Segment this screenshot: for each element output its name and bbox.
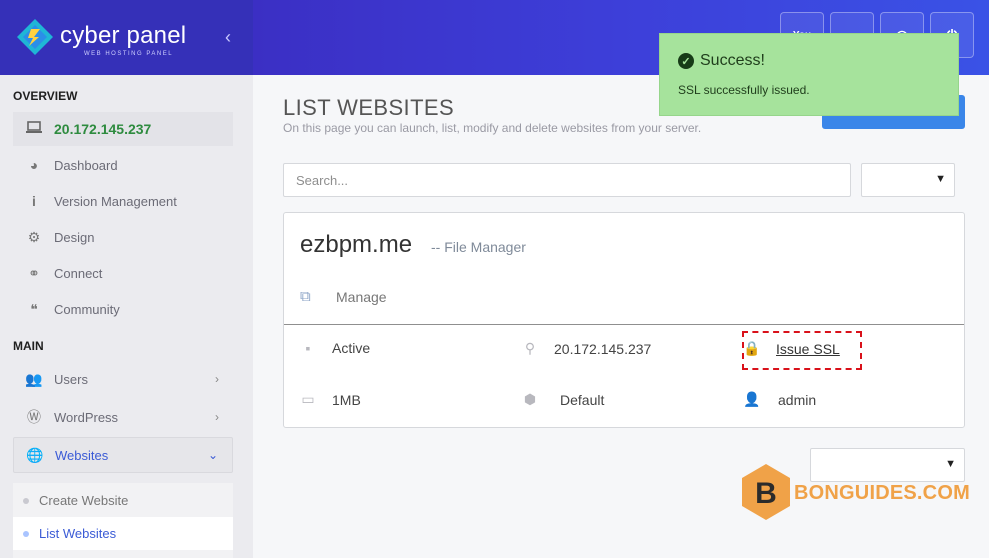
owner-value: admin [778,391,817,408]
sidebar-item-label: Dashboard [54,157,118,173]
bullet-icon [23,530,29,537]
sidebar-item-label: Users [54,371,88,387]
collapse-sidebar-icon[interactable]: ‹ [225,27,231,48]
sidebar-item-label: Design [54,229,95,245]
highlight-box [742,331,862,370]
card-divider [284,324,964,325]
sidebar-item-label: Websites [55,447,109,463]
package-cell: ⬢ Default [520,391,604,408]
app-root: cyber panel WEB HOSTING PANEL ‹ You ● ◎ … [0,0,989,558]
toast-message: SSL successfully issued. [678,83,810,97]
globe-icon: 🌐 [26,446,44,463]
manage-link[interactable]: ⧉ Manage [300,288,387,305]
chevron-right-icon: › [215,372,219,386]
sidebar-item-users[interactable]: 👥 Users › [13,362,233,396]
filter-select[interactable]: ▼ [861,163,955,197]
brand-name: cyber panel [60,22,187,49]
brand-subtitle: WEB HOSTING PANEL [84,51,174,57]
manage-label: Manage [336,288,387,305]
bonguides-logo-icon: B [742,464,790,520]
chevron-right-icon: › [215,410,219,424]
success-toast[interactable]: ✓ Success! SSL successfully issued. [659,33,959,116]
chevron-down-icon: ⌄ [207,448,218,462]
page-subtitle: On this page you can launch, list, modif… [283,121,702,135]
sidebar-item-websites[interactable]: 🌐 Websites ⌄ [13,437,233,473]
search-input[interactable]: Search... [283,163,851,197]
sidebar-item-ip[interactable]: 20.172.145.237 [13,112,233,146]
submenu-list-websites[interactable]: List Websites [13,517,233,550]
sidebar-item-label: WordPress [54,409,119,425]
sidebar-item-design[interactable]: ⚙ Design [13,220,233,254]
svg-text:B: B [755,477,777,510]
package-value: Default [560,391,605,408]
wordpress-icon: Ⓦ [27,409,41,425]
sidebar-item-version-management[interactable]: i Version Management [13,184,233,218]
cyberpanel-logo-icon [17,19,53,55]
ip-value: 20.172.145.237 [554,340,652,357]
users-icon: 👥 [25,370,43,387]
external-link-icon: ⧉ [300,288,311,305]
file-manager-link[interactable]: -- File Manager [431,239,526,255]
laptop-icon [19,121,49,137]
cubes-icon: ⬢ [523,391,537,407]
status-icon: ▪ [305,340,311,356]
submenu-label: List Websites [39,526,117,541]
sidebar-item-label: Version Management [54,193,177,209]
overview-title: OVERVIEW [13,89,78,103]
gear-icon: ⚙ [27,228,41,245]
website-card: ezbpm.me -- File Manager ⧉ Manage ▪ Acti… [283,212,965,428]
user-icon: 👤 [743,391,761,407]
toast-title: ✓ Success! [678,52,765,70]
sidebar-item-community[interactable]: ❝ Community [13,292,233,326]
website-domain[interactable]: ezbpm.me [300,231,412,259]
bullet-icon [23,497,29,504]
disk-cell: ▭ 1MB [298,391,361,408]
hdd-icon: ▭ [301,391,315,407]
map-marker-icon: ⚲ [524,340,536,356]
chevron-down-icon: ▼ [945,458,956,470]
websites-submenu: Create Website List Websites [13,483,233,558]
sidebar-item-label: Connect [54,265,103,281]
sidebar-item-connect[interactable]: ⚭ Connect [13,256,233,290]
toast-title-text: Success! [700,52,765,69]
comments-icon: ❝ [30,300,38,317]
server-ip: 20.172.145.237 [54,121,152,137]
submenu-label: Create Website [39,493,129,508]
owner-cell: 👤 admin [742,391,816,408]
submenu-create-website[interactable]: Create Website [13,484,233,517]
page-title: LIST WEBSITES [283,95,455,120]
sidebar-item-label: Community [54,301,120,317]
dashboard-icon: ◕ [29,157,39,173]
link-icon: ⚭ [28,264,40,281]
ip-cell: ⚲ 20.172.145.237 [520,340,651,357]
watermark-text: BONGUIDES.COM [794,482,970,504]
status-value: Active [332,340,371,356]
disk-value: 1MB [332,391,361,408]
sidebar-header: cyber panel WEB HOSTING PANEL ‹ [0,0,253,75]
sidebar-item-wordpress[interactable]: Ⓦ WordPress › [13,400,233,434]
info-icon: i [32,193,36,209]
bonguides-watermark: B BONGUIDES.COM [740,462,970,522]
sidebar-item-dashboard[interactable]: ◕ Dashboard [13,148,233,182]
chevron-down-icon: ▼ [935,173,946,185]
main-title: MAIN [13,339,44,353]
status-cell: ▪ Active [298,340,371,356]
check-circle-icon: ✓ [678,53,694,69]
